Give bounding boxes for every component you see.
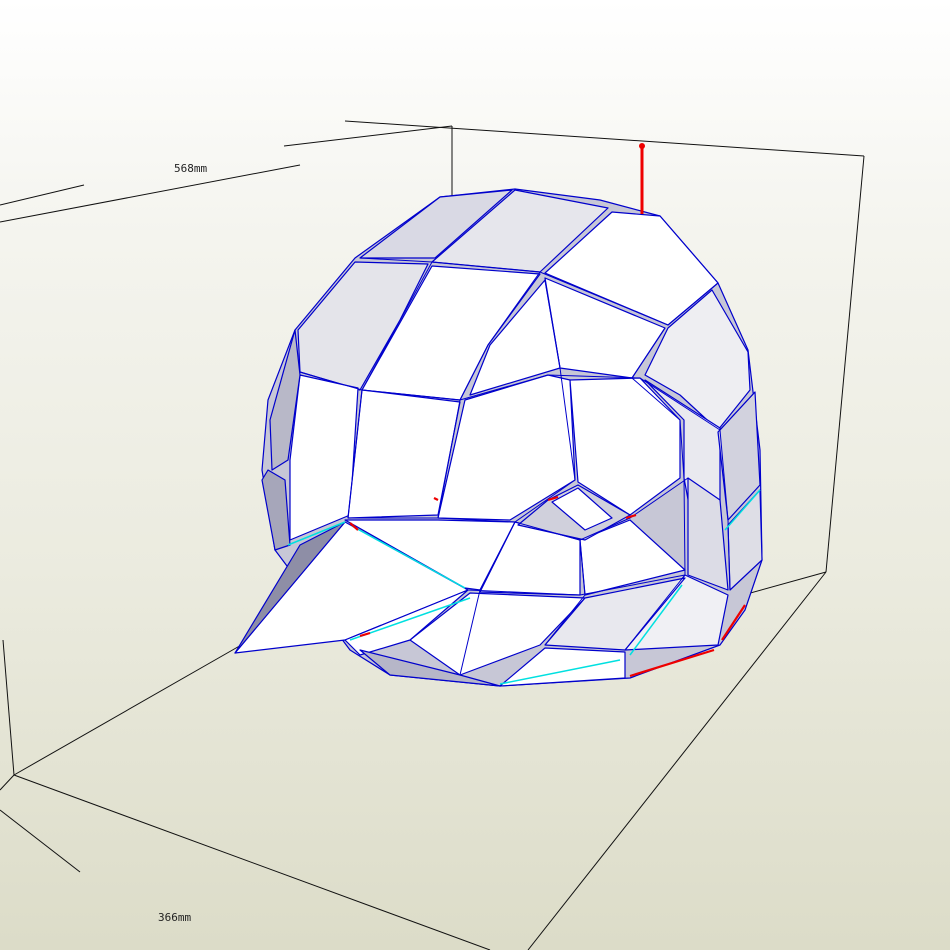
axis-marker — [639, 143, 645, 214]
helmet-model[interactable] — [234, 188, 763, 687]
3d-viewport[interactable]: 568mm 366mm — [0, 0, 950, 950]
dimension-label-depth: 366mm — [158, 911, 192, 924]
dimension-label-width: 568mm — [174, 162, 208, 175]
model-scene[interactable] — [0, 0, 950, 950]
